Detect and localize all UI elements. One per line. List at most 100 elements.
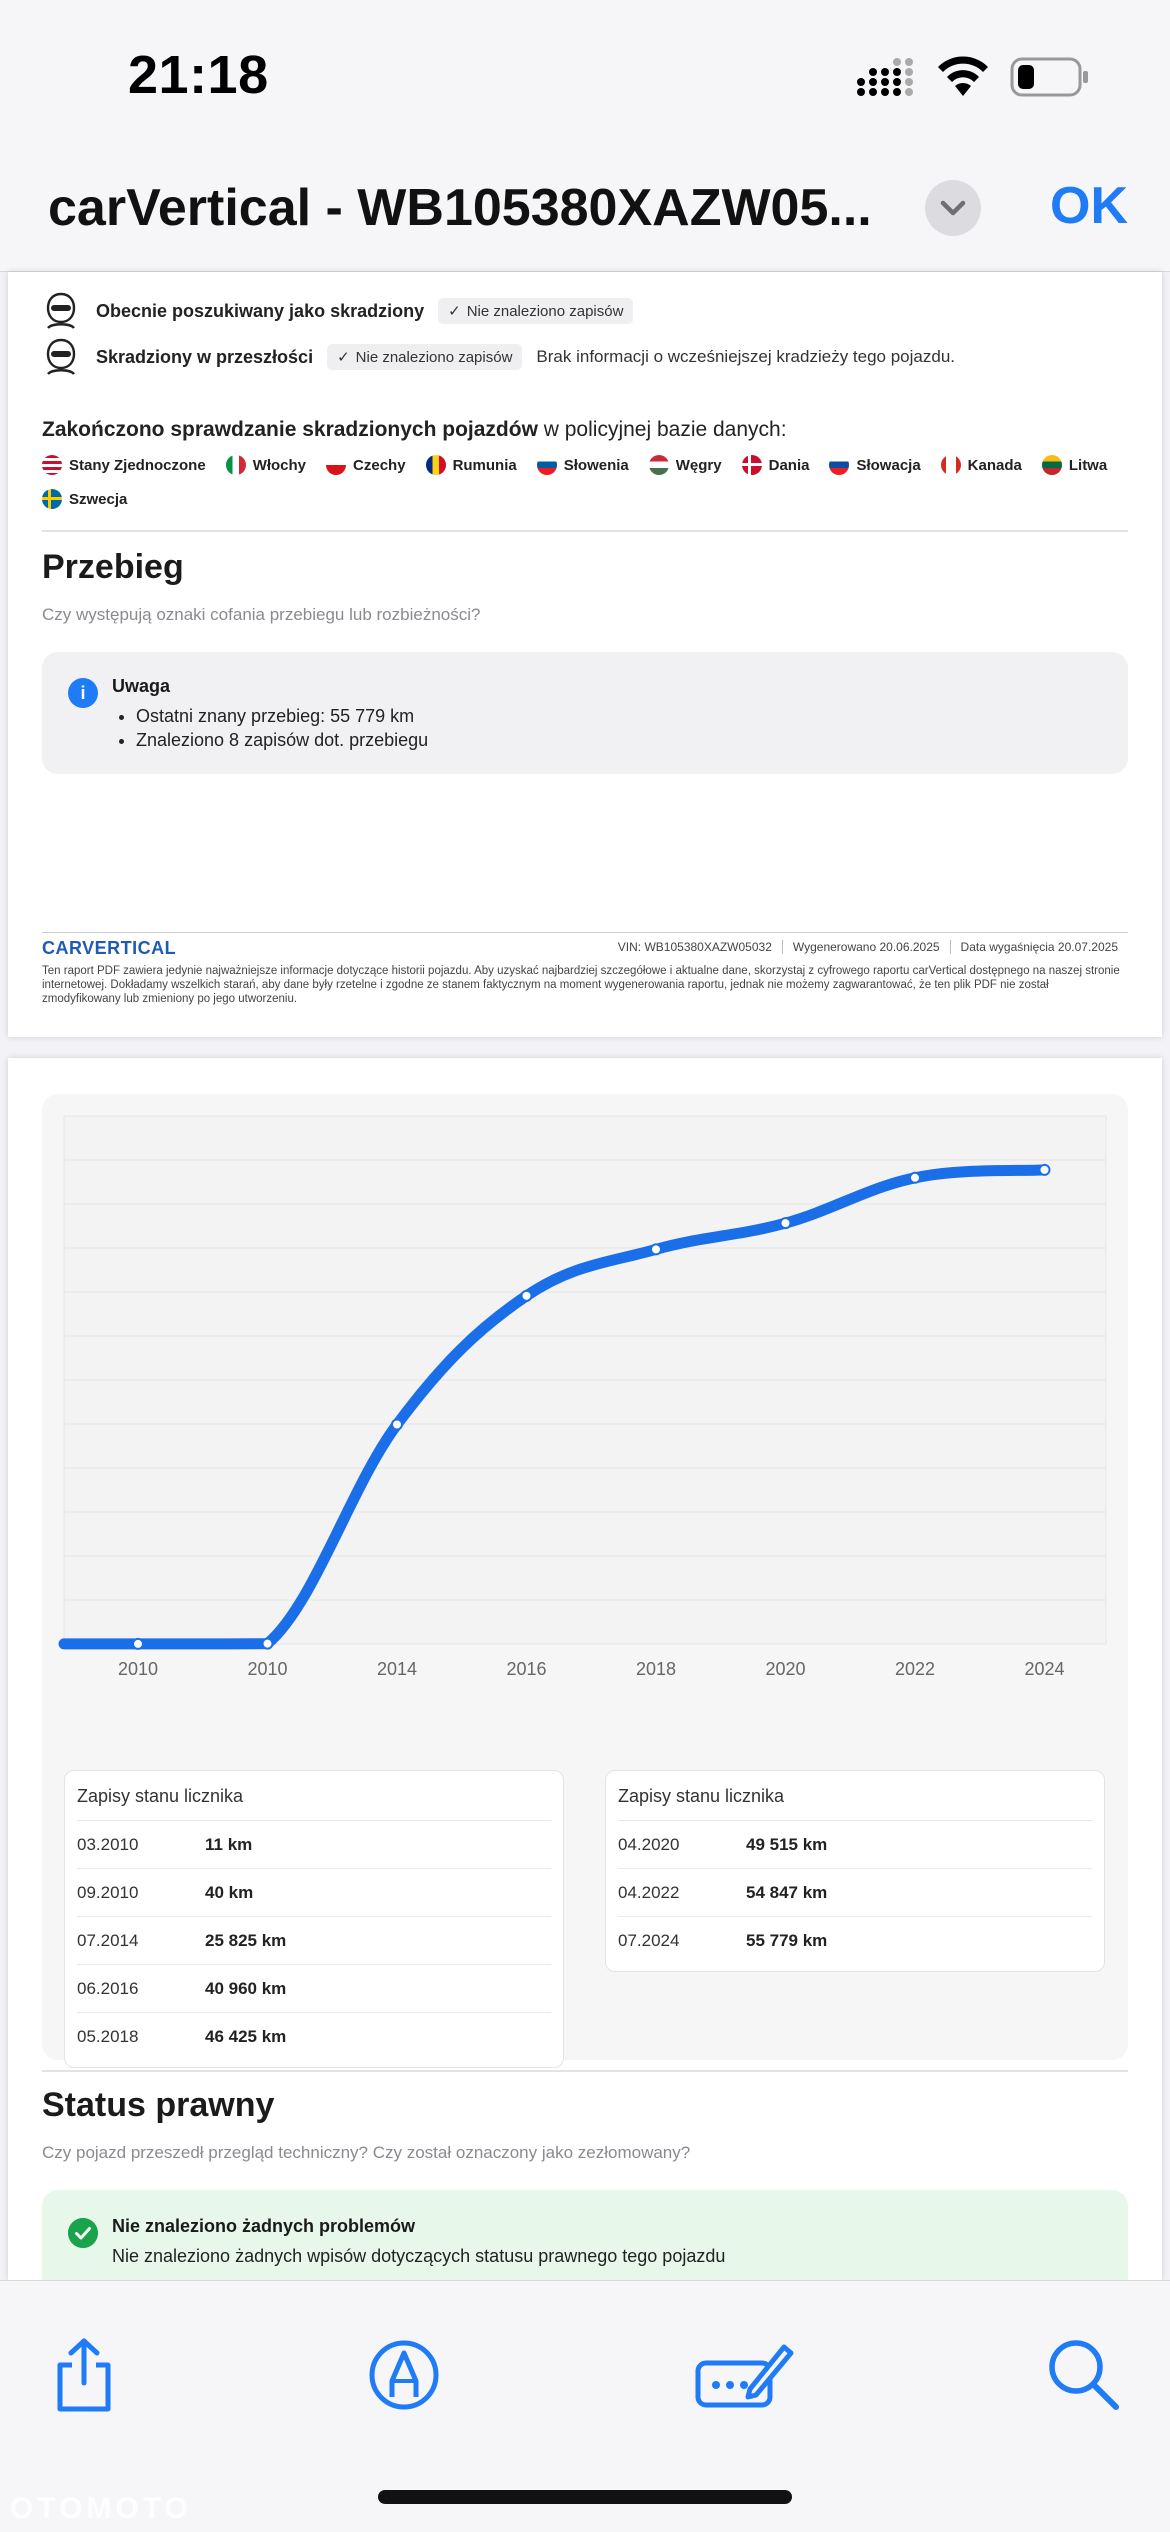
record-row: 05.2018 46 425 km (77, 2013, 551, 2061)
x-tick-label: 2018 (636, 1659, 676, 1679)
info-icon: i (68, 678, 98, 708)
country-name: Słowacja (856, 456, 921, 474)
title-menu-button[interactable] (925, 180, 981, 236)
cellular-signal-icon (857, 58, 913, 96)
ok-button[interactable]: OK (1050, 176, 1128, 236)
flag-icon (940, 455, 961, 475)
footer-divider (42, 932, 1128, 933)
mileage-data-point (132, 1637, 144, 1650)
thief-icon (46, 338, 76, 375)
mileage-data-point (650, 1243, 662, 1256)
status-bar: 21:18 (0, 0, 1170, 150)
record-date: 07.2024 (618, 1931, 680, 1950)
record-value: 25 825 km (205, 1930, 287, 1950)
pdf-page-1: Obecnie poszukiwany jako skradziony ✓ Nie… (8, 272, 1162, 1037)
status-badge: ✓ Nie znaleziono zapisów (438, 298, 634, 324)
theft-row-label: Obecnie poszukiwany jako skradziony (96, 300, 425, 321)
mileage-data-point (520, 1289, 533, 1302)
theft-row-past: Skradziony w przeszłości ✓ Nie znaleziono… (44, 338, 955, 376)
warning-item: Znaleziono 8 zapisów dot. przebiegu (136, 728, 428, 752)
navigation-bar: carVertical - WB105380XAZW05... OK (0, 150, 1170, 272)
mileage-data-point (1038, 1163, 1051, 1176)
country-list: Stany Zjednoczone Włochy Czechy Rumunia Słow… (42, 454, 1132, 510)
mileage-data-point (391, 1418, 403, 1431)
warning-item: Ostatni znany przebieg: 55 779 km (136, 704, 428, 728)
legal-section-title: Status prawny (42, 2086, 275, 2124)
country-item: Czechy (326, 454, 406, 476)
flag-icon (225, 455, 246, 475)
country-name: Węgry (675, 456, 722, 474)
mileage-section-title: Przebieg (42, 548, 184, 586)
battery-icon (1010, 57, 1088, 97)
mileage-chart-card: 2010 2010 2014 2016 2018 2020 2022 2024 Zapisy … (42, 1094, 1128, 2068)
stolen-db-heading-rest: w policyjnej bazie danych: (537, 418, 787, 441)
country-item: Słowenia (536, 454, 629, 476)
mileage-data-point (909, 1171, 921, 1184)
flag-icon (829, 455, 850, 475)
mileage-section-subtitle: Czy występują oznaki cofania przebiegu l… (42, 605, 481, 624)
record-row: 06.2016 40 960 km (77, 1965, 551, 2013)
x-tick-label: 2020 (765, 1659, 805, 1679)
chevron-down-icon (940, 200, 966, 216)
theft-row-note: Brak informacji o wcześniejszej kradzież… (536, 347, 955, 366)
signature-icon[interactable] (694, 2335, 794, 2415)
country-name: Kanada (967, 456, 1022, 474)
x-tick-label: 2024 (1024, 1659, 1064, 1679)
country-item: Dania (741, 454, 810, 476)
markup-pen-icon[interactable] (364, 2335, 444, 2415)
country-item: Węgry (648, 454, 722, 476)
odometer-records-left: Zapisy stanu licznika 03.2010 11 km 09.201… (64, 1770, 564, 2068)
country-name: Dania (768, 456, 810, 474)
theft-row-label: Skradziony w przeszłości (96, 346, 314, 367)
flag-icon (1041, 455, 1062, 475)
share-icon[interactable] (44, 2335, 124, 2415)
country-item: Włochy (225, 454, 307, 476)
record-date: 07.2014 (77, 1930, 139, 1950)
country-name: Włochy (252, 456, 307, 474)
country-item: Litwa (1041, 454, 1107, 476)
footer-meta: VIN: WB105380XAZW05032 Wygenerowano 20.06… (608, 940, 1128, 954)
country-name: Czechy (353, 456, 406, 474)
record-value: 40 960 km (205, 1978, 287, 1998)
flag-icon (42, 455, 62, 475)
record-value: 11 km (205, 1834, 253, 1854)
country-name: Szwecja (69, 490, 128, 508)
status-badge-text: Nie znaleziono zapisów (355, 348, 513, 366)
record-value: 40 km (205, 1882, 254, 1902)
check-icon: ✓ (337, 349, 350, 366)
footer-vin: VIN: WB105380XAZW05032 (617, 940, 772, 954)
flag-icon (536, 455, 557, 475)
home-indicator (378, 2490, 792, 2504)
record-date: 06.2016 (77, 1978, 139, 1998)
x-tick-label: 2010 (247, 1659, 287, 1679)
flag-icon (326, 455, 347, 475)
record-value: 49 515 km (746, 1834, 828, 1854)
country-item: Rumunia (425, 454, 517, 476)
country-name: Stany Zjednoczone (69, 456, 206, 474)
mileage-warning-box: i Uwaga Ostatni znany przebieg: 55 779 k… (42, 652, 1128, 774)
status-time: 21:18 (128, 45, 269, 105)
mileage-data-point (261, 1637, 274, 1650)
section-divider (42, 530, 1128, 532)
footer-generated: Wygenerowano 20.06.2025 (781, 940, 950, 954)
stolen-db-heading: Zakończono sprawdzanie skradzionych poja… (42, 418, 787, 442)
country-item: Kanada (940, 454, 1022, 476)
x-tick-label: 2022 (895, 1659, 935, 1679)
watermark: OTOMOTO (10, 2492, 192, 2525)
thief-icon (46, 292, 76, 329)
record-date: 05.2018 (77, 2027, 139, 2046)
country-item: Słowacja (829, 454, 921, 476)
footer-expires: Data wygaśnięcia 20.07.2025 (949, 940, 1128, 954)
mileage-chart: 2010 2010 2014 2016 2018 2020 2022 2024 (58, 1115, 1107, 1679)
check-icon: ✓ (448, 303, 461, 320)
search-icon[interactable] (1044, 2335, 1124, 2415)
record-value: 55 779 km (746, 1931, 828, 1950)
warning-title: Uwaga (112, 676, 171, 696)
record-date: 04.2022 (618, 1882, 680, 1902)
record-row: 07.2014 25 825 km (77, 1917, 551, 1965)
record-row: 07.2024 55 779 km (618, 1917, 1092, 1965)
odometer-records-right: Zapisy stanu licznika 04.2020 49 515 km 04… (605, 1770, 1105, 1972)
document-title[interactable]: carVertical - WB105380XAZW05... (48, 178, 872, 238)
records-header: Zapisy stanu licznika (77, 1781, 551, 1821)
record-date: 04.2020 (618, 1834, 680, 1854)
